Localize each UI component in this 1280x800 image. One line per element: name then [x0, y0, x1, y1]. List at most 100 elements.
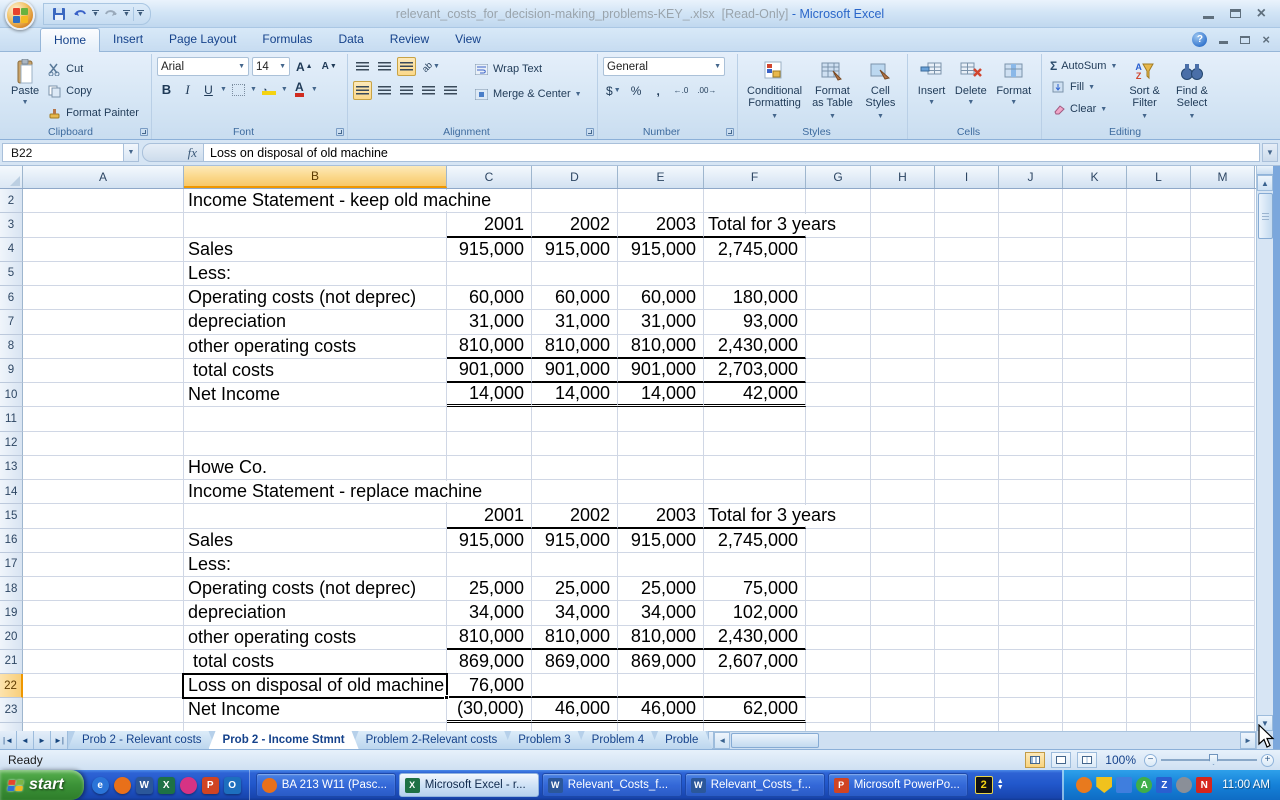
- cell-I13[interactable]: [935, 456, 999, 480]
- cell-K14[interactable]: [1063, 480, 1127, 504]
- bold-button[interactable]: B: [157, 80, 176, 99]
- cell-H17[interactable]: [871, 553, 935, 577]
- formula-bar-expand-button[interactable]: ▼: [1262, 143, 1278, 162]
- resize-corner[interactable]: [1256, 731, 1273, 749]
- align-middle-button[interactable]: [375, 57, 394, 76]
- tray-tools-icon[interactable]: [1116, 777, 1132, 793]
- cell-K24[interactable]: [1063, 723, 1127, 732]
- font-name-select[interactable]: Arial▼: [157, 57, 249, 76]
- cell-B18[interactable]: Operating costs (not deprec): [184, 577, 447, 601]
- horizontal-scrollbar[interactable]: ◄ ►: [714, 731, 1256, 749]
- cell-D10[interactable]: 14,000: [532, 383, 618, 407]
- vertical-scroll-thumb[interactable]: [1258, 193, 1273, 239]
- format-as-table-button[interactable]: Formatas Table ▼: [806, 57, 859, 125]
- redo-icon[interactable]: [102, 5, 120, 23]
- cell-A20[interactable]: [23, 626, 184, 650]
- cell-A18[interactable]: [23, 577, 184, 601]
- next-sheet-button[interactable]: ►: [34, 731, 51, 749]
- tab-formulas[interactable]: Formulas: [249, 28, 325, 51]
- cell-H2[interactable]: [871, 189, 935, 213]
- cell-E6[interactable]: 60,000: [618, 286, 704, 310]
- cell-M12[interactable]: [1191, 432, 1255, 456]
- start-button[interactable]: start: [0, 770, 84, 800]
- insert-cells-button[interactable]: Insert▼: [914, 57, 950, 111]
- cell-C9[interactable]: 901,000: [447, 359, 532, 383]
- cell-K2[interactable]: [1063, 189, 1127, 213]
- format-cells-button[interactable]: Format▼: [992, 57, 1035, 111]
- name-box[interactable]: B22: [2, 143, 124, 162]
- save-icon[interactable]: [50, 5, 68, 23]
- row-header-3[interactable]: 3: [0, 213, 23, 237]
- cell-K9[interactable]: [1063, 359, 1127, 383]
- cell-B4[interactable]: Sales: [184, 238, 447, 262]
- cell-A21[interactable]: [23, 650, 184, 674]
- column-header-C[interactable]: C: [447, 166, 532, 188]
- cell-K15[interactable]: [1063, 504, 1127, 528]
- row-header-18[interactable]: 18: [0, 577, 23, 601]
- cell-J17[interactable]: [999, 553, 1063, 577]
- column-header-I[interactable]: I: [935, 166, 999, 188]
- cell-C16[interactable]: 915,000: [447, 529, 532, 553]
- cell-J6[interactable]: [999, 286, 1063, 310]
- scroll-right-arrow[interactable]: ►: [1240, 732, 1256, 749]
- increase-decimal-button[interactable]: ←.0: [671, 81, 692, 100]
- align-top-button[interactable]: [353, 57, 372, 76]
- cell-D16[interactable]: 915,000: [532, 529, 618, 553]
- cell-E9[interactable]: 901,000: [618, 359, 704, 383]
- cell-G14[interactable]: [806, 480, 871, 504]
- cell-H23[interactable]: [871, 698, 935, 722]
- cell-M2[interactable]: [1191, 189, 1255, 213]
- cell-J8[interactable]: [999, 335, 1063, 359]
- cell-G18[interactable]: [806, 577, 871, 601]
- cell-A22[interactable]: [23, 674, 184, 698]
- undo-dropdown[interactable]: ▼: [92, 10, 99, 18]
- column-header-K[interactable]: K: [1063, 166, 1127, 188]
- cell-A8[interactable]: [23, 335, 184, 359]
- cell-M10[interactable]: [1191, 383, 1255, 407]
- cell-B23[interactable]: Net Income: [184, 698, 447, 722]
- cell-G23[interactable]: [806, 698, 871, 722]
- cell-G7[interactable]: [806, 310, 871, 334]
- cell-D14[interactable]: [532, 480, 618, 504]
- cell-I8[interactable]: [935, 335, 999, 359]
- horizontal-scroll-thumb[interactable]: [731, 733, 819, 748]
- column-header-M[interactable]: M: [1191, 166, 1255, 188]
- row-header-22[interactable]: 22: [0, 674, 23, 698]
- cell-M7[interactable]: [1191, 310, 1255, 334]
- cell-I11[interactable]: [935, 407, 999, 431]
- cell-M9[interactable]: [1191, 359, 1255, 383]
- column-header-H[interactable]: H: [871, 166, 935, 188]
- taskbar-button-1[interactable]: XMicrosoft Excel - r...: [399, 773, 539, 797]
- cell-H9[interactable]: [871, 359, 935, 383]
- cell-F5[interactable]: [704, 262, 806, 286]
- cell-K4[interactable]: [1063, 238, 1127, 262]
- cell-G19[interactable]: [806, 601, 871, 625]
- borders-button[interactable]: [229, 80, 248, 99]
- cell-J16[interactable]: [999, 529, 1063, 553]
- cell-G12[interactable]: [806, 432, 871, 456]
- tray-green-a-icon[interactable]: A: [1136, 777, 1152, 793]
- cell-D3[interactable]: 2002: [532, 213, 618, 237]
- tray-z-icon[interactable]: Z: [1156, 777, 1172, 793]
- format-painter-button[interactable]: Format Painter: [43, 103, 142, 123]
- cell-J9[interactable]: [999, 359, 1063, 383]
- cell-L13[interactable]: [1127, 456, 1191, 480]
- cell-B19[interactable]: depreciation: [184, 601, 447, 625]
- cell-L3[interactable]: [1127, 213, 1191, 237]
- cell-G13[interactable]: [806, 456, 871, 480]
- cell-E19[interactable]: 34,000: [618, 601, 704, 625]
- cell-M17[interactable]: [1191, 553, 1255, 577]
- paste-button[interactable]: Paste▼: [7, 57, 43, 123]
- sort-filter-button[interactable]: AZ Sort &Filter ▼: [1124, 57, 1164, 125]
- previous-sheet-button[interactable]: ◄: [17, 731, 34, 749]
- cell-A12[interactable]: [23, 432, 184, 456]
- cell-A14[interactable]: [23, 480, 184, 504]
- font-color-button[interactable]: A: [290, 80, 309, 99]
- underline-button[interactable]: U: [199, 80, 218, 99]
- cell-J3[interactable]: [999, 213, 1063, 237]
- cell-I9[interactable]: [935, 359, 999, 383]
- cell-M21[interactable]: [1191, 650, 1255, 674]
- cell-A10[interactable]: [23, 383, 184, 407]
- sheet-tab-problem-3[interactable]: Problem 3: [504, 731, 584, 749]
- cell-G11[interactable]: [806, 407, 871, 431]
